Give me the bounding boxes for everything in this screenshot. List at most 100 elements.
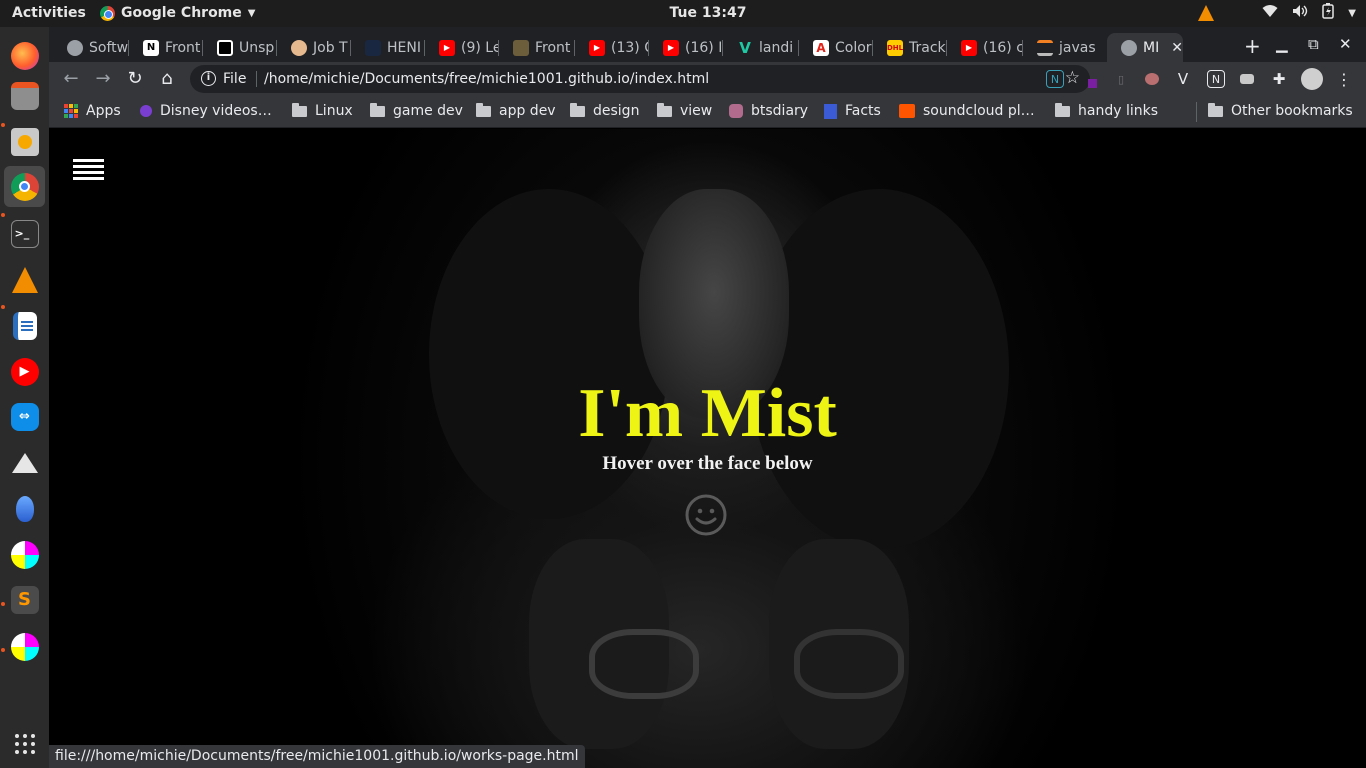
show-apps-icon[interactable] [4,723,45,764]
bookmark-folder[interactable]: Linux [292,103,353,119]
bookmark-icon[interactable]: ▯ [1112,70,1130,88]
krita-icon[interactable] [4,626,45,667]
clock[interactable]: Tue 13:47 [0,5,1366,21]
bookmark-folder[interactable]: view [657,103,712,119]
notion-icon: N [143,39,159,56]
app-icon[interactable] [4,488,45,529]
info-icon[interactable]: i [201,71,216,86]
unsplash-icon [217,39,233,56]
rhythmbox-icon[interactable] [4,121,45,162]
browser-toolbar: ← → ↻ ⌂ i File /home/michie/Documents/fr… [49,62,1366,96]
bookmark-apps[interactable]: Apps [64,103,121,119]
smiley-face-icon[interactable] [685,494,727,536]
extension-icon[interactable] [1143,70,1161,88]
bookmark-label: view [680,103,713,119]
back-button[interactable]: ← [60,68,82,89]
tab[interactable]: HENI [351,33,425,62]
tab-label: (9) Le [461,39,499,56]
tab[interactable]: Unsp [203,33,277,62]
youtube-icon: ▶ [961,39,977,56]
power-menu-icon[interactable]: ▼ [1348,8,1356,19]
puzzle-icon[interactable]: ✚ [1270,70,1288,88]
new-tab-button[interactable]: + [1244,34,1261,58]
bookmark-item[interactable]: soundcloud pl… [899,103,1035,119]
vlc-tray-icon[interactable] [1198,5,1215,21]
tab[interactable]: javas [1023,33,1105,62]
sublime-icon[interactable]: S [4,579,45,620]
bookmark-label: game dev [393,103,463,119]
bookmark-star-icon[interactable]: ☆ [1065,68,1080,88]
other-bookmarks[interactable]: Other bookmarks [1208,103,1353,119]
close-icon[interactable]: ✕ [1171,40,1183,56]
teamviewer-icon[interactable]: ⇔ [4,396,45,437]
tab-label: Front [535,39,571,56]
menu-bar [73,165,104,168]
tab[interactable]: Front [499,33,575,62]
youtube-music-icon[interactable]: ▶ [4,351,45,392]
tab-label: MI [1143,39,1160,56]
bookmark-folder[interactable]: design [570,103,639,119]
bookmark-label: Disney videos… [160,103,272,119]
menu-bar [73,159,104,162]
bookmark-folder[interactable]: app dev [476,103,556,119]
tab[interactable]: ▶ (13) C [575,33,649,62]
page-title: I'm Mist [578,375,837,452]
folder-icon [476,103,491,117]
system-tray[interactable]: ▼ [1198,3,1356,23]
chrome-icon[interactable] [4,166,45,207]
forward-button[interactable]: → [92,68,114,89]
wifi-icon[interactable] [1262,4,1278,22]
divider [1196,102,1197,122]
address-bar[interactable]: i File /home/michie/Documents/free/michi… [190,65,1090,93]
minimize-button[interactable]: ▁ [1276,35,1288,53]
vlc-icon[interactable] [4,259,45,300]
bookmark-item[interactable]: Disney videos… [140,103,272,119]
tab-active[interactable]: MI ✕ [1107,33,1183,62]
tab-label: (16) I [685,39,723,56]
adobe-icon: A [813,39,829,56]
tab[interactable]: ▶ (16) c [947,33,1023,62]
tab-label: Track [909,39,946,56]
tab[interactable]: ▶ (9) Le [425,33,499,62]
inkscape-icon[interactable] [4,442,45,483]
bookmark-item[interactable]: Facts [824,103,881,119]
more-menu-icon[interactable]: ⋮ [1335,70,1353,89]
bookmark-folder[interactable]: handy links [1055,103,1158,119]
terminal-icon[interactable]: >_ [4,213,45,254]
tab[interactable]: Job T [277,33,351,62]
tab[interactable]: Softw [53,33,129,62]
extension-icon[interactable] [1238,70,1256,88]
url-text[interactable]: /home/michie/Documents/free/michie1001.g… [264,71,709,87]
tab[interactable]: ▶ (16) I [649,33,723,62]
krita-icon[interactable] [4,534,45,575]
reload-button[interactable]: ↻ [124,68,146,89]
bookmark-item[interactable]: btsdiary [729,103,808,119]
tab[interactable]: N Front [129,33,203,62]
bookmark-label: design [593,103,640,119]
tab[interactable]: A Color [799,33,873,62]
battery-icon[interactable] [1322,3,1335,23]
hamburger-menu-button[interactable] [73,159,104,183]
maximize-button[interactable]: ⧉ [1308,35,1319,53]
tab[interactable]: V landi [723,33,799,62]
extension-icon[interactable]: N [1046,70,1064,88]
tab[interactable]: DHL Track [873,33,947,62]
volume-icon[interactable] [1292,4,1308,22]
tab-label: Unsp [239,39,275,56]
tab-label: Color [835,39,872,56]
notion-icon[interactable]: N [1207,70,1225,88]
files-icon[interactable] [4,75,45,116]
close-window-button[interactable]: ✕ [1339,35,1352,53]
color-picker-icon[interactable] [1079,70,1097,88]
url-scheme: File [223,71,247,87]
bookmark-label: handy links [1078,103,1159,119]
firefox-icon[interactable] [4,35,45,76]
avatar[interactable] [1301,68,1323,90]
writer-icon[interactable] [4,305,45,346]
globe-icon [67,39,83,56]
cap-icon [513,39,529,56]
home-button[interactable]: ⌂ [156,68,178,89]
bookmark-label: btsdiary [751,103,809,119]
vue-icon[interactable]: V [1174,70,1192,88]
bookmark-folder[interactable]: game dev [370,103,463,119]
